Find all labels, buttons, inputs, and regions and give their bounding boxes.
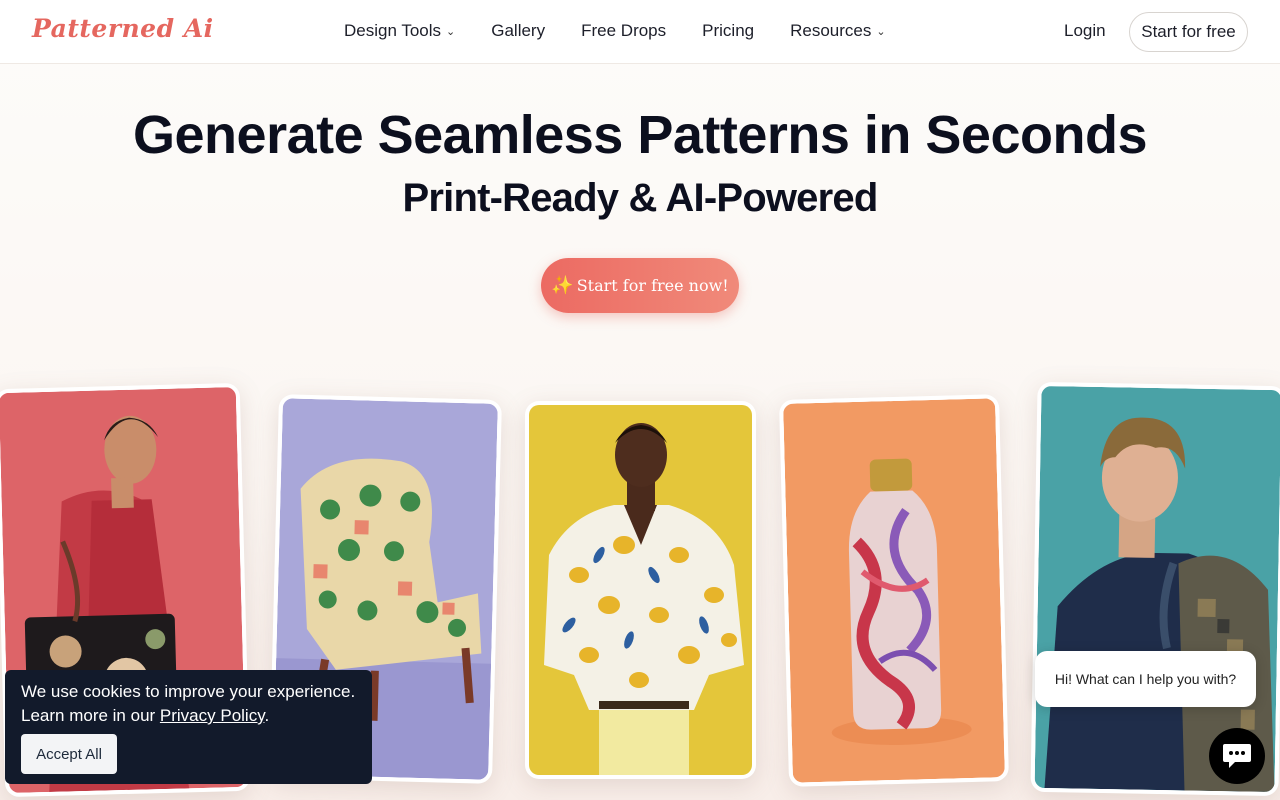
nav-design-tools[interactable]: Design Tools ⌄ — [344, 21, 455, 41]
showcase-card-lemon-shirt[interactable] — [525, 401, 756, 779]
logo[interactable]: Patterned Ai — [32, 14, 214, 43]
showcase-card-bottle[interactable] — [778, 394, 1010, 787]
chat-icon — [1223, 744, 1251, 768]
hero-subtitle: Print-Ready & AI-Powered — [402, 176, 879, 220]
chevron-down-icon: ⌄ — [876, 25, 886, 38]
chat-greeting-bubble[interactable]: Hi! What can I help you with? — [1035, 651, 1256, 707]
chevron-down-icon: ⌄ — [446, 25, 456, 38]
cta-label: Start for free now! — [576, 276, 729, 295]
nav-pricing[interactable]: Pricing — [702, 21, 754, 41]
nav-pricing-label: Pricing — [702, 21, 755, 40]
nav-free-drops-label: Free Drops — [581, 21, 667, 40]
hero-title: Generate Seamless Patterns in Seconds — [133, 105, 1147, 165]
cookie-line-1: We use cookies to improve your experienc… — [21, 682, 356, 701]
sparkle-icon: ✨ — [551, 275, 574, 296]
lemon-shirt-image — [529, 405, 752, 775]
nav-resources[interactable]: Resources ⌄ — [790, 21, 885, 41]
nav-free-drops[interactable]: Free Drops — [581, 21, 666, 41]
nav-gallery[interactable]: Gallery — [491, 21, 545, 41]
nav-resources-label: Resources — [790, 21, 872, 40]
start-free-now-button[interactable]: ✨ Start for free now! — [541, 258, 739, 313]
bottle-image — [783, 398, 1005, 783]
cookie-banner: We use cookies to improve your experienc… — [5, 670, 372, 784]
nav-gallery-label: Gallery — [491, 21, 546, 40]
accept-all-button[interactable]: Accept All — [21, 734, 117, 774]
site-header: Patterned Ai Design Tools ⌄ Gallery Free… — [0, 0, 1280, 64]
chat-launcher-button[interactable] — [1209, 728, 1265, 784]
chat-greeting-text: Hi! What can I help you with? — [1054, 671, 1237, 687]
main-nav: Design Tools ⌄ Gallery Free Drops Pricin… — [344, 21, 886, 41]
privacy-policy-link[interactable]: Privacy Policy — [160, 706, 265, 725]
nav-design-tools-label: Design Tools — [344, 21, 442, 40]
login-link[interactable]: Login — [1064, 21, 1106, 41]
cookie-line-2-suffix: . — [264, 706, 270, 725]
cookie-message: We use cookies to improve your experienc… — [21, 680, 356, 728]
start-for-free-button[interactable]: Start for free — [1129, 12, 1248, 52]
cookie-line-2-prefix: Learn more in our — [21, 706, 160, 725]
